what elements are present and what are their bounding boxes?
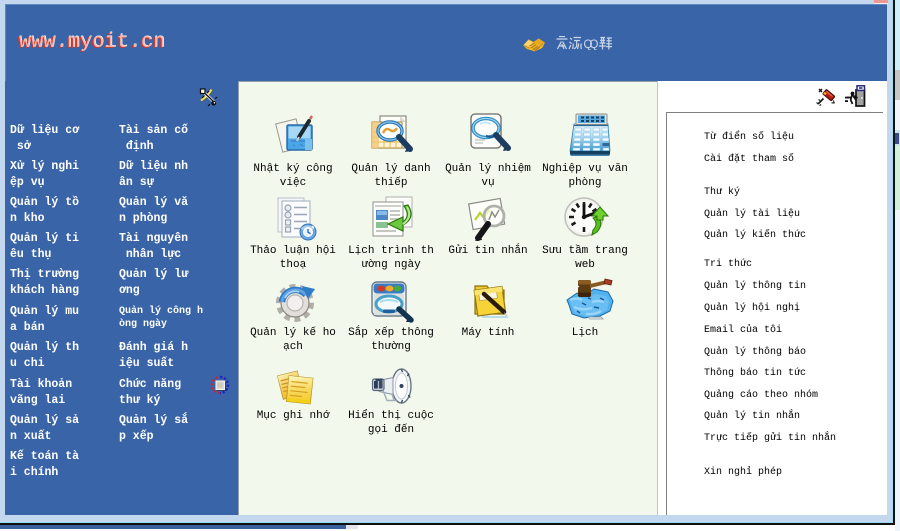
svg-text:QQ: QQ	[584, 39, 599, 50]
